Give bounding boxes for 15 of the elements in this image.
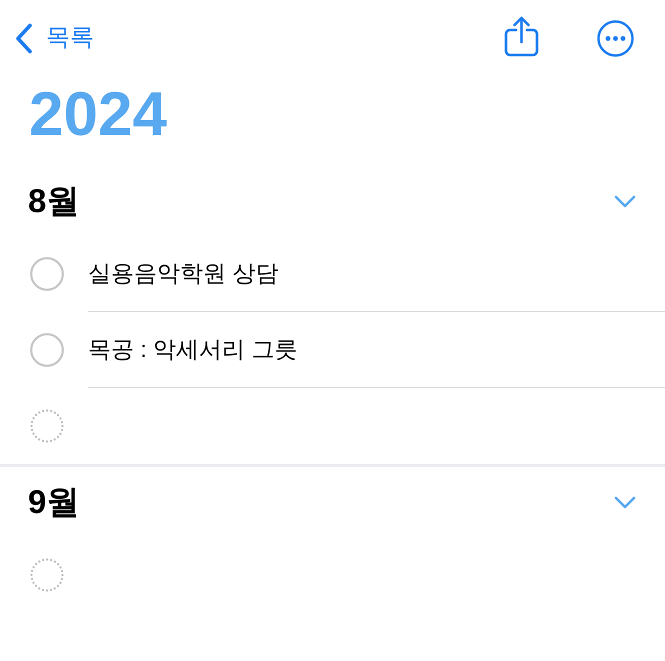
- month-heading: 9월: [28, 482, 80, 522]
- chevron-down-icon[interactable]: [614, 194, 636, 208]
- reminder-title: 실용음악학원 상담: [88, 258, 278, 288]
- month-heading: 8월: [28, 181, 80, 221]
- chevron-down-icon[interactable]: [614, 496, 636, 508]
- checkbox-circle-icon[interactable]: [30, 333, 64, 367]
- list-title: 2024: [29, 84, 167, 146]
- dotted-circle-icon[interactable]: [30, 558, 64, 592]
- share-icon[interactable]: [504, 16, 539, 57]
- more-icon[interactable]: [597, 20, 634, 56]
- dotted-circle-icon[interactable]: [30, 409, 64, 443]
- chevron-left-icon: [15, 22, 33, 54]
- back-button[interactable]: 목록: [13, 20, 96, 56]
- checkbox-circle-icon[interactable]: [30, 257, 64, 291]
- reminder-title: 목공 : 악세서리 그릇: [88, 334, 298, 364]
